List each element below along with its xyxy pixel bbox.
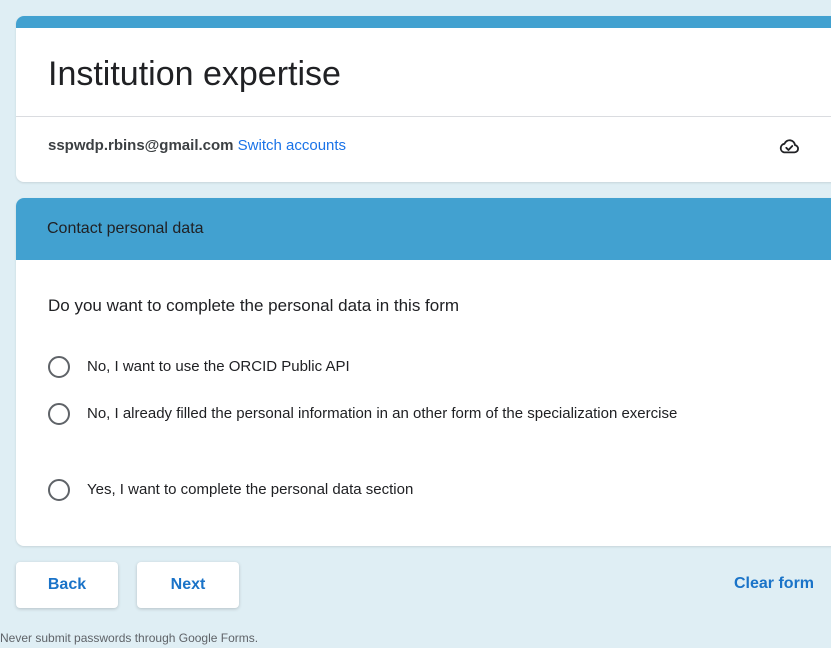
account-email: sspwdp.rbins@gmail.com <box>48 137 234 154</box>
radio-button[interactable] <box>48 479 70 501</box>
form-title-card: Institution expertise sspwdp.rbins@gmail… <box>16 16 831 182</box>
radio-option-label: Yes, I want to complete the personal dat… <box>87 481 414 498</box>
switch-accounts-link[interactable]: Switch accounts <box>238 137 346 154</box>
radio-option-complete[interactable]: Yes, I want to complete the personal dat… <box>48 479 777 501</box>
title-card-accent-bar <box>16 16 831 28</box>
title-divider <box>16 116 831 117</box>
radio-option-label: No, I already filled the personal inform… <box>87 405 678 422</box>
radio-option-already-filled[interactable]: No, I already filled the personal inform… <box>48 403 777 425</box>
clear-form-button[interactable]: Clear form <box>734 574 814 594</box>
question-text: Do you want to complete the personal dat… <box>48 296 460 315</box>
radio-button[interactable] <box>48 356 70 378</box>
section-card: Contact personal data Do you want to com… <box>16 198 831 546</box>
radio-button[interactable] <box>48 403 70 425</box>
radio-option-label: No, I want to use the ORCID Public API <box>87 358 350 375</box>
radio-option-orcid[interactable]: No, I want to use the ORCID Public API <box>48 356 777 378</box>
next-button[interactable]: Next <box>137 562 239 608</box>
section-title: Contact personal data <box>47 220 204 237</box>
cloud-check-icon[interactable] <box>778 136 800 156</box>
section-header: Contact personal data <box>16 198 831 260</box>
form-title: Institution expertise <box>48 55 341 93</box>
account-row: sspwdp.rbins@gmail.com Switch accounts <box>48 136 346 156</box>
back-button[interactable]: Back <box>16 562 118 608</box>
footer-note: Never submit passwords through Google Fo… <box>0 631 259 645</box>
